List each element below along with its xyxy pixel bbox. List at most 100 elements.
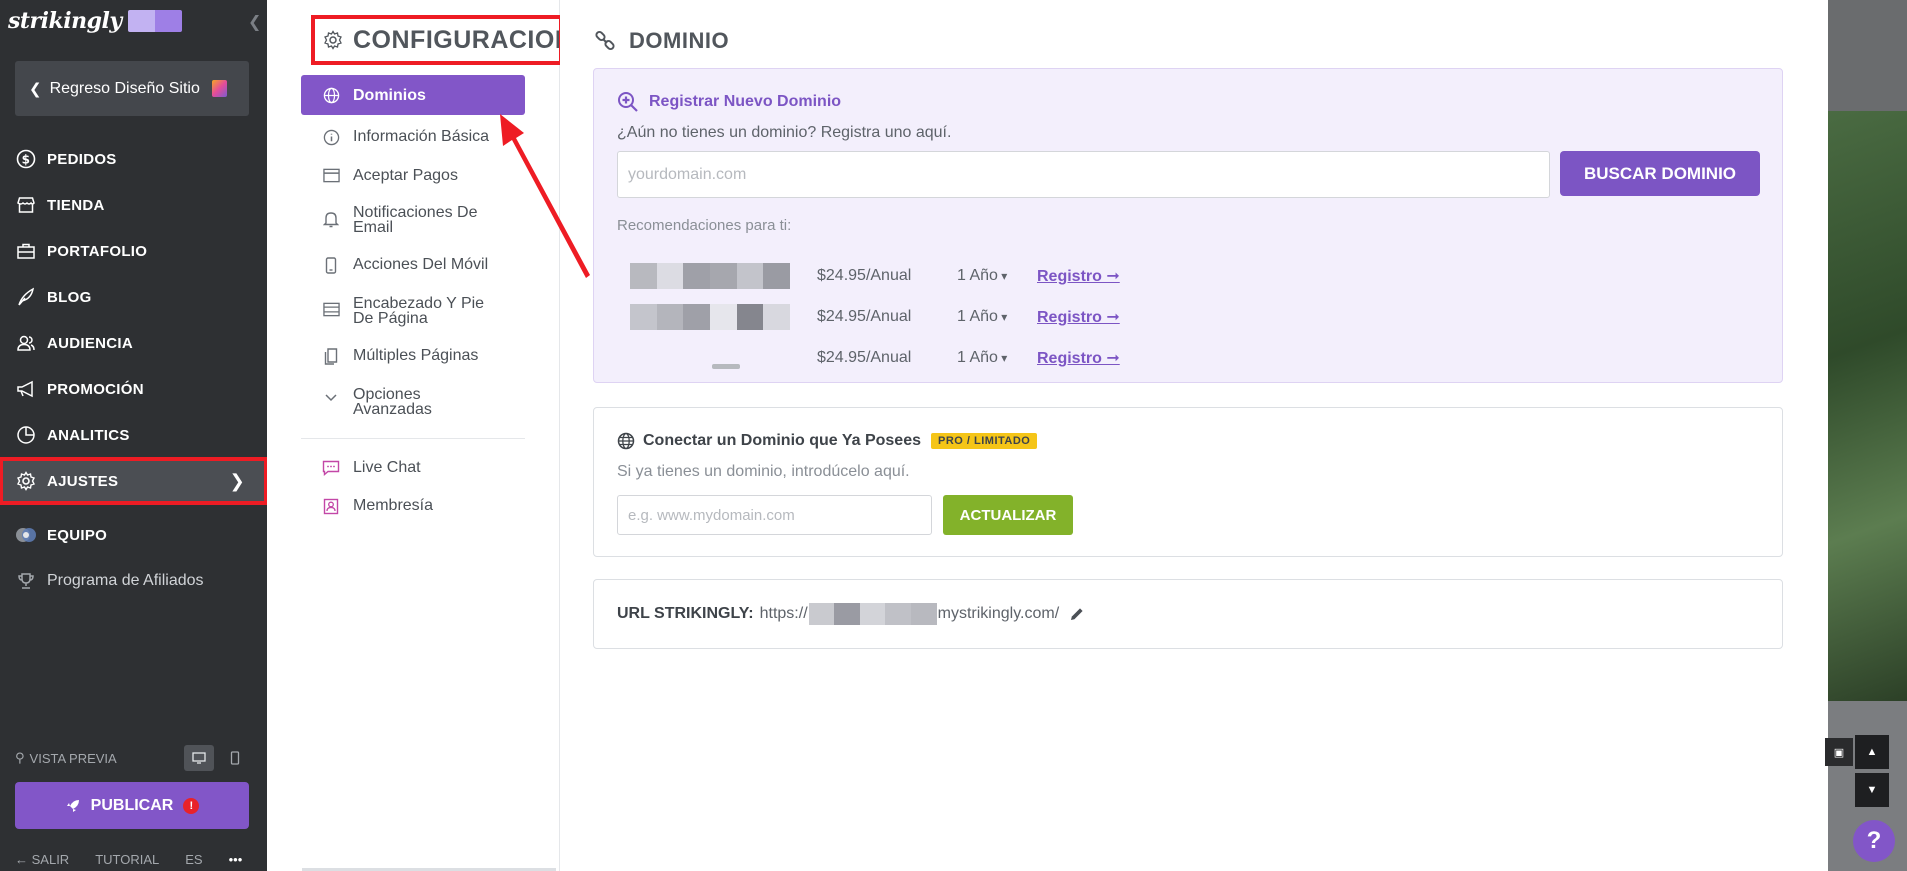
- globe-icon: [321, 87, 341, 104]
- term-dropdown[interactable]: 1 Año: [957, 267, 1037, 285]
- link-icon: [593, 29, 617, 53]
- redacted-domain: [630, 345, 790, 371]
- trophy-icon: [15, 570, 37, 592]
- move-up-icon[interactable]: ▲: [1855, 735, 1889, 769]
- strikingly-logo[interactable]: strikingly: [8, 6, 182, 36]
- sidebar-item-portafolio[interactable]: PORTAFOLIO: [0, 228, 267, 274]
- settings-item-label: Información Básica: [353, 128, 490, 145]
- existing-domain-input[interactable]: [617, 495, 932, 535]
- domain-price: $24.95/Anual: [817, 266, 912, 284]
- tutorial-link[interactable]: TUTORIAL: [95, 852, 159, 867]
- language-selector[interactable]: ES: [185, 852, 202, 867]
- preview-label[interactable]: VISTA PREVIA: [30, 751, 117, 766]
- collapse-sidebar-icon[interactable]: ❮: [248, 12, 261, 32]
- more-icon[interactable]: •••: [229, 852, 243, 867]
- megaphone-icon: [15, 378, 37, 400]
- sidebar-item-label: PORTAFOLIO: [47, 242, 148, 260]
- sidebar-item-tienda[interactable]: TIENDA: [0, 182, 267, 228]
- sidebar-item-blog[interactable]: BLOG: [0, 274, 267, 320]
- desktop-icon[interactable]: [184, 745, 214, 771]
- exit-link[interactable]: ← SALIR: [15, 852, 69, 867]
- settings-menu-list: Dominios Información Básica Aceptar Pago…: [301, 75, 525, 526]
- url-prefix: https://: [759, 605, 808, 622]
- move-down-icon[interactable]: ▼: [1855, 773, 1889, 807]
- connect-domain-card: Conectar un Dominio que Ya Posees PRO / …: [593, 407, 1783, 557]
- register-link[interactable]: Registro ➞: [1037, 348, 1120, 368]
- sidebar-item-pedidos[interactable]: $ PEDIDOS: [0, 136, 267, 182]
- search-domain-button[interactable]: BUSCAR DOMINIO: [1560, 151, 1760, 196]
- sidebar-item-analitics[interactable]: ANALITICS: [0, 412, 267, 458]
- gear-icon: [15, 470, 37, 492]
- settings-item-label: Notificaciones De Email: [353, 204, 478, 236]
- alert-icon: !: [183, 797, 200, 814]
- term-dropdown[interactable]: 1 Año: [957, 308, 1037, 326]
- mobile-icon[interactable]: [220, 745, 250, 771]
- layout-icon: [321, 296, 341, 317]
- sidebar-item-ajustes[interactable]: AJUSTES ❯: [0, 457, 268, 505]
- settings-item-live-chat[interactable]: Live Chat: [301, 449, 525, 487]
- sidebar-item-afiliados[interactable]: Programa de Afiliados: [0, 558, 267, 604]
- sidebar-item-promocion[interactable]: PROMOCIÓN: [0, 366, 267, 412]
- sidebar-nav: $ PEDIDOS TIENDA PORTAFOLIO BLOG AUDIENC…: [0, 136, 268, 604]
- chevron-right-icon: ❯: [229, 470, 245, 491]
- gear-icon: [323, 30, 343, 50]
- card-icon: [321, 168, 341, 183]
- image-icon[interactable]: ▣: [1825, 738, 1853, 766]
- publish-label: PUBLICAR: [90, 796, 174, 814]
- pages-icon: [321, 348, 341, 365]
- settings-item-aceptar-pagos[interactable]: Aceptar Pagos: [301, 157, 525, 194]
- sidebar-item-label: AUDIENCIA: [47, 334, 134, 352]
- register-heading: Registrar Nuevo Dominio: [617, 91, 841, 113]
- strikingly-url-card: URL STRIKINGLY: https:// mystrikingly.co…: [593, 579, 1783, 649]
- mobile-icon: [321, 257, 341, 274]
- settings-item-multiples-paginas[interactable]: Múltiples Páginas: [301, 337, 525, 376]
- recommendations-list: $24.95/Anual 1 Año Registro ➞ $24.95/Anu…: [630, 255, 1230, 378]
- search-plus-icon: [617, 91, 639, 113]
- redacted-domain: [630, 262, 791, 289]
- term-dropdown[interactable]: 1 Año: [957, 349, 1037, 367]
- rocket-icon: [65, 798, 81, 814]
- sidebar-footer: ← SALIR TUTORIAL ES •••: [15, 852, 255, 867]
- publish-button[interactable]: PUBLICAR !: [15, 782, 249, 829]
- sidebar-item-equipo[interactable]: EQUIPO: [0, 512, 267, 558]
- connect-subtext: Si ya tienes un dominio, introdúcelo aqu…: [617, 463, 910, 480]
- sidebar-item-audiencia[interactable]: AUDIENCIA: [0, 320, 267, 366]
- sidebar-item-label: EQUIPO: [47, 526, 108, 544]
- redacted-subdomain: [808, 603, 937, 625]
- bell-icon: [321, 205, 341, 228]
- register-link[interactable]: Registro ➞: [1037, 266, 1120, 286]
- team-icon: [15, 524, 37, 546]
- globe-icon: [617, 432, 635, 450]
- site-color-swatch: [127, 10, 182, 32]
- settings-item-acciones-movil[interactable]: Acciones Del Móvil: [301, 246, 525, 285]
- url-suffix: mystrikingly.com/: [937, 605, 1060, 622]
- dollar-icon: $: [15, 148, 37, 170]
- recommendation-row: $24.95/Anual 1 Año Registro ➞: [630, 255, 1230, 296]
- settings-item-label: Múltiples Páginas: [353, 347, 479, 364]
- redacted-domain: [630, 303, 791, 330]
- domain-title-text: DOMINIO: [629, 28, 730, 53]
- menu-divider: [301, 438, 525, 439]
- help-button[interactable]: ?: [1853, 820, 1895, 862]
- preview-row: ⚲ VISTA PREVIA: [15, 745, 250, 771]
- settings-item-informacion-basica[interactable]: Información Básica: [301, 118, 525, 157]
- sidebar-item-label: ANALITICS: [47, 426, 130, 444]
- info-icon: [321, 129, 341, 146]
- main-sidebar: strikingly ❮ ❮ Regreso Diseño Sitio $ PE…: [0, 0, 268, 871]
- settings-item-encabezado[interactable]: Encabezado Y Pie De Página: [301, 285, 525, 337]
- domain-search-input[interactable]: [617, 151, 1550, 198]
- settings-item-notificaciones[interactable]: Notificaciones De Email: [301, 194, 525, 246]
- recommendations-label: Recomendaciones para ti:: [617, 217, 792, 234]
- sidebar-item-label: PROMOCIÓN: [47, 380, 144, 398]
- register-link[interactable]: Registro ➞: [1037, 307, 1120, 327]
- back-to-design-button[interactable]: ❮ Regreso Diseño Sitio: [15, 61, 249, 116]
- settings-item-membresia[interactable]: Membresía: [301, 487, 525, 526]
- preview-background-image: [1828, 111, 1907, 701]
- settings-item-label: Encabezado Y Pie De Página: [353, 295, 485, 327]
- update-button[interactable]: ACTUALIZAR: [943, 495, 1073, 535]
- logo-text: strikingly: [8, 8, 122, 34]
- settings-item-opciones-avanzadas[interactable]: Opciones Avanzadas: [301, 376, 525, 428]
- settings-item-dominios[interactable]: Dominios: [301, 75, 525, 115]
- sidebar-item-label: BLOG: [47, 288, 92, 306]
- pencil-icon[interactable]: [1069, 606, 1085, 622]
